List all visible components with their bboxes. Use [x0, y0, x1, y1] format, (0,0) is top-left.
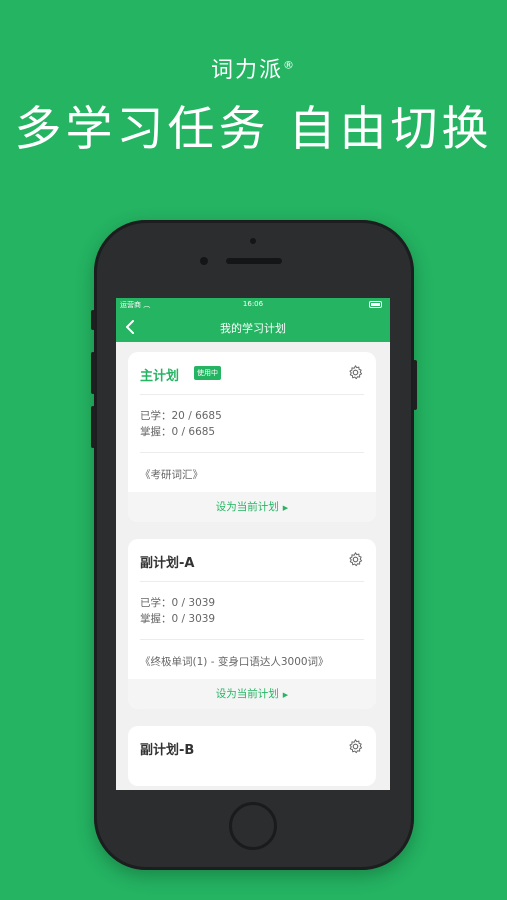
- plan-book: 《考研词汇》: [140, 469, 203, 481]
- promo-brand: 词力派®: [0, 52, 507, 84]
- phone-side-button: [91, 352, 95, 394]
- gear-icon[interactable]: [347, 551, 364, 568]
- phone-side-button: [91, 310, 95, 330]
- plan-stats: 已学：0 / 3039 掌握：0 / 3039: [140, 582, 364, 640]
- phone-frame: 运营商 ︵ 16:06 我的学习计划 主计划 使用中 已学：20 / 6685 …: [91, 220, 417, 870]
- mastered-count: 掌握：0 / 3039: [140, 613, 216, 625]
- plan-name: 副计划-A: [140, 556, 195, 571]
- plan-name: 主计划: [140, 369, 180, 384]
- play-arrow-icon: ▶: [282, 691, 289, 699]
- set-current-plan-label: 设为当前计划: [215, 688, 279, 700]
- plan-card-header: 副计划-B: [140, 726, 364, 768]
- mastered-count: 掌握：0 / 6685: [140, 426, 216, 438]
- plan-name: 副计划-B: [140, 743, 195, 758]
- set-current-plan-button[interactable]: 设为当前计划 ▶: [128, 679, 376, 709]
- front-camera: [200, 257, 208, 265]
- plan-card-header: 副计划-A: [140, 539, 364, 582]
- plan-card-a: 副计划-A 已学：0 / 3039 掌握：0 / 3039 《终极单词(1) -…: [128, 539, 376, 709]
- promo-headline: 多学习任务 自由切换: [14, 102, 493, 157]
- status-bar: 运营商 ︵ 16:06: [116, 298, 390, 312]
- play-arrow-icon: ▶: [282, 504, 289, 512]
- learned-count: 已学：20 / 6685: [140, 410, 222, 422]
- set-current-plan-label: 设为当前计划: [215, 501, 279, 513]
- brand-name: 词力派: [210, 58, 283, 83]
- plan-book: 《终极单词(1) - 变身口语达人3000词》: [140, 656, 329, 668]
- home-button[interactable]: [229, 802, 277, 850]
- plan-stats: 已学：20 / 6685 掌握：0 / 6685: [140, 395, 364, 453]
- top-sensor: [250, 238, 256, 244]
- plan-card-b: 副计划-B: [128, 726, 376, 786]
- plan-card-main: 主计划 使用中 已学：20 / 6685 掌握：0 / 6685 《考研词汇》 …: [128, 352, 376, 522]
- phone-side-button: [413, 360, 417, 410]
- battery-icon: [369, 301, 382, 308]
- phone-side-button: [91, 406, 95, 448]
- gear-icon[interactable]: [347, 364, 364, 381]
- registered-mark: ®: [283, 58, 296, 72]
- clock: 16:06: [242, 300, 264, 308]
- plan-card-header: 主计划 使用中: [140, 352, 364, 395]
- plan-list: 主计划 使用中 已学：20 / 6685 掌握：0 / 6685 《考研词汇》 …: [116, 342, 390, 786]
- set-current-plan-button[interactable]: 设为当前计划 ▶: [128, 492, 376, 522]
- gear-icon[interactable]: [347, 738, 364, 755]
- earpiece-speaker: [226, 258, 282, 264]
- nav-bar: 我的学习计划: [116, 312, 390, 342]
- in-use-badge: 使用中: [194, 366, 221, 380]
- phone-screen: 运营商 ︵ 16:06 我的学习计划 主计划 使用中 已学：20 / 6685 …: [116, 298, 390, 790]
- page-title: 我的学习计划: [220, 322, 286, 335]
- learned-count: 已学：0 / 3039: [140, 597, 216, 609]
